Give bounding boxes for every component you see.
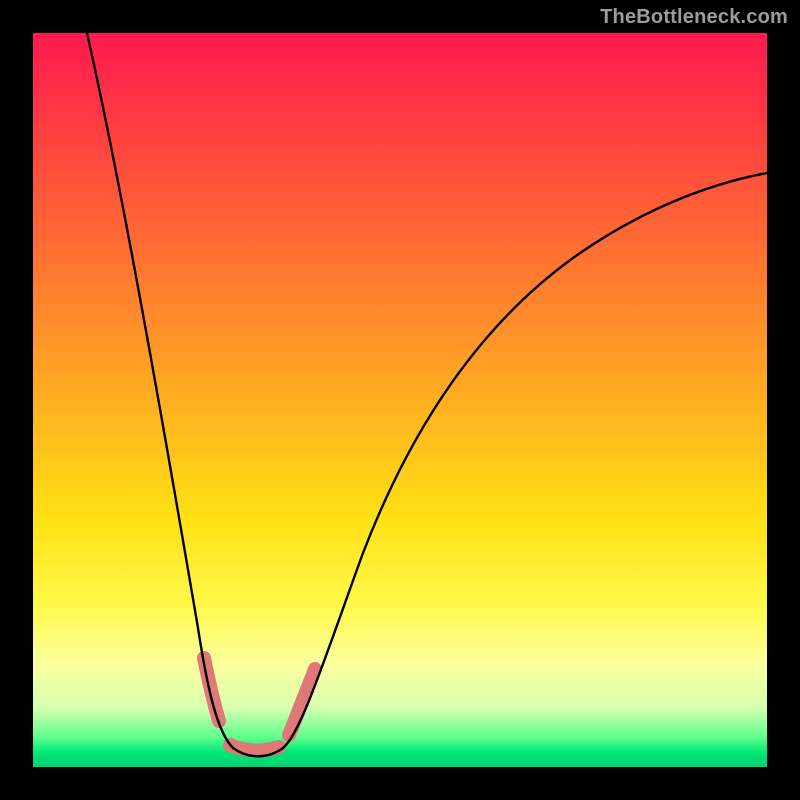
watermark-text: TheBottleneck.com — [600, 6, 788, 29]
plot-area — [33, 33, 767, 767]
highlight-left — [204, 658, 219, 721]
chart-frame: TheBottleneck.com — [0, 0, 800, 800]
curve-path — [87, 33, 767, 756]
highlight-right — [289, 669, 315, 735]
bottleneck-curve — [33, 33, 767, 767]
